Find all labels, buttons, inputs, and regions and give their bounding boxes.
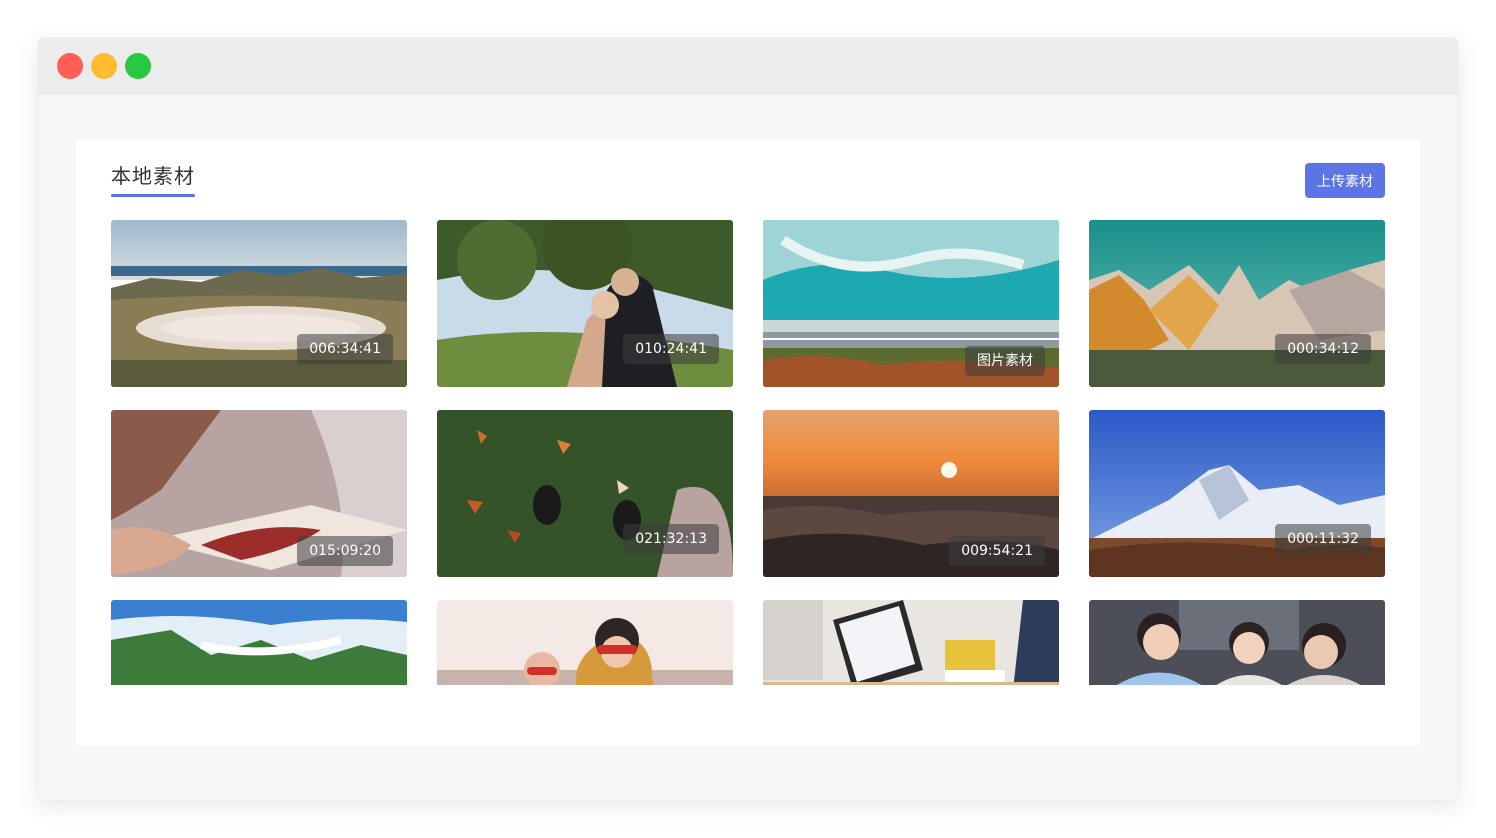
- material-card[interactable]: 000:11:32: [1089, 410, 1385, 577]
- material-grid: 006:34:41 010:24:41 图片素材 000:34:12 015:0…: [111, 220, 1385, 685]
- duration-badge: 010:24:41: [623, 334, 719, 364]
- minimize-window-icon[interactable]: [91, 53, 117, 79]
- upload-material-button[interactable]: 上传素材: [1305, 163, 1385, 198]
- duration-badge: 021:32:13: [623, 524, 719, 554]
- app-window: 本地素材 上传素材 006:34:41 010:24:41 图片素材 000:3…: [38, 38, 1458, 800]
- maximize-window-icon[interactable]: [125, 53, 151, 79]
- local-materials-panel: 本地素材 上传素材 006:34:41 010:24:41 图片素材 000:3…: [76, 140, 1420, 746]
- material-card[interactable]: 009:54:21: [763, 410, 1059, 577]
- material-card[interactable]: 006:34:41: [111, 220, 407, 387]
- material-card[interactable]: 000:34:12: [1089, 220, 1385, 387]
- material-card[interactable]: [1089, 600, 1385, 685]
- duration-badge: 006:34:41: [297, 334, 393, 364]
- material-card[interactable]: [437, 600, 733, 685]
- thumbnail-image: [763, 600, 1059, 685]
- material-card[interactable]: 021:32:13: [437, 410, 733, 577]
- thumbnail-image: [111, 600, 407, 685]
- duration-badge: 009:54:21: [949, 536, 1045, 566]
- duration-badge: 015:09:20: [297, 536, 393, 566]
- material-card[interactable]: [763, 600, 1059, 685]
- duration-badge: 000:11:32: [1275, 524, 1371, 554]
- material-card[interactable]: 015:09:20: [111, 410, 407, 577]
- material-card[interactable]: [111, 600, 407, 685]
- duration-badge: 000:34:12: [1275, 334, 1371, 364]
- close-window-icon[interactable]: [57, 53, 83, 79]
- title-bar: [38, 38, 1458, 95]
- thumbnail-image: [1089, 600, 1385, 685]
- material-type-badge: 图片素材: [965, 346, 1045, 376]
- tab-local-materials[interactable]: 本地素材: [111, 160, 195, 189]
- thumbnail-image: [437, 600, 733, 685]
- material-card[interactable]: 010:24:41: [437, 220, 733, 387]
- material-card[interactable]: 图片素材: [763, 220, 1059, 387]
- active-tab-indicator: [111, 194, 195, 197]
